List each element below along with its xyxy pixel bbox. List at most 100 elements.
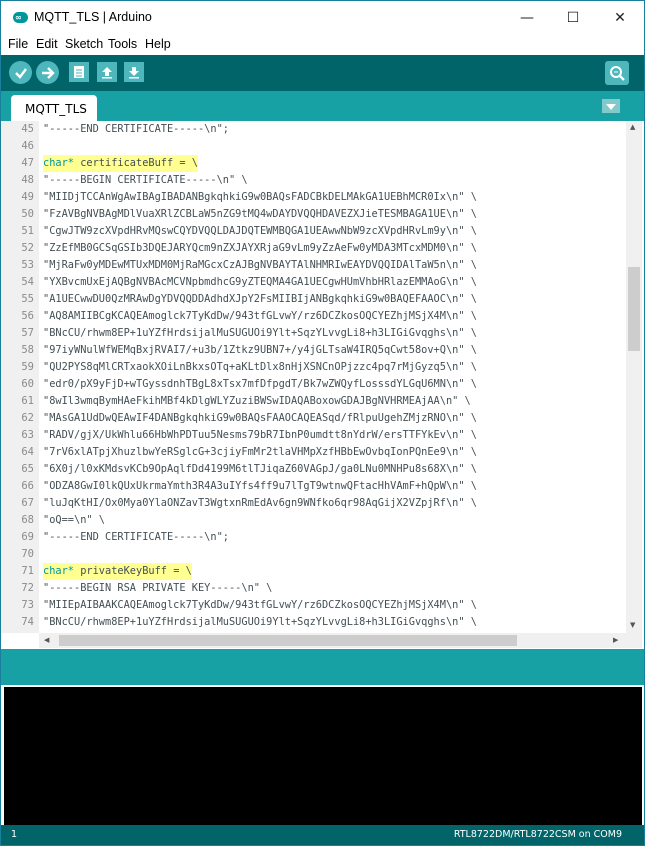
open-icon (102, 67, 112, 79)
code-text: "ODZA8GwI0lkQUxUkrmaYmth3R4A3uIYfs4ff9u7… (43, 478, 477, 495)
code-text: "RADV/gjX/UkWhlu66HbWhPDTuu5Nesms79bR7Ib… (43, 427, 477, 444)
code-line: 55 "A1UECwwDU0QzMRAwDgYDVQQDDAdhdXJpY2FsM… (1, 291, 626, 308)
code-text: "oQ==\n" \ (43, 512, 105, 529)
code-text: "QU2PYS8qMlCRTxaokXOiLnBkxsOTq+aKLtDlx8n… (43, 359, 477, 376)
code-line: 50 "FzAVBgNVBAgMDlVuaXRlZCBLaW5nZG9tMQ4wD… (1, 206, 626, 223)
code-text: "A1UECwwDU0QzMRAwDgYDVQQDDAdhdXJpY2FsMII… (43, 291, 477, 308)
window-title: MQTT_TLS | Arduino (34, 10, 152, 24)
code-content: "BNcCU/rhwm8EP+1uYZfHrdsijalMuSUGUOi9Ylt… (43, 616, 477, 628)
code-content: "edr0/pX9yFjD+wTGyssdnhTBgL8xTsx7mfDfpgd… (43, 378, 477, 390)
maximize-button[interactable]: ☐ (550, 1, 596, 35)
title-bar: ∞ MQTT_TLS | Arduino — ☐ ✕ (1, 1, 644, 35)
code-text: "ZzEfMB0GCSqGSIb3DQEJARYQcm9nZXJAYXRjaG9… (43, 240, 477, 257)
code-line: 71 char* privateKeyBuff = \ (1, 563, 626, 580)
code-text: "YXBvcmUxEjAQBgNVBAcMCVNpbmdhcG9yZTEQMA4… (43, 274, 477, 291)
close-button[interactable]: ✕ (597, 1, 643, 35)
line-number: 66 (21, 480, 34, 492)
code-line: 69 "-----END CERTIFICATE-----\n"; (1, 529, 626, 546)
open-sketch-button[interactable] (97, 62, 117, 82)
scroll-down-icon[interactable]: ▼ (630, 621, 635, 629)
line-number: 68 (21, 514, 34, 526)
tab-menu-button[interactable] (602, 99, 620, 113)
menu-bar: File Edit Sketch Tools Help (1, 35, 644, 55)
code-text: "6X0j/l0xKMdsvKCb9OpAqlfDd4199M6tlTJiqaZ… (43, 461, 477, 478)
scroll-corner (626, 633, 642, 648)
horizontal-scrollbar[interactable]: ◀ ▶ (39, 633, 626, 648)
upload-icon (41, 66, 55, 79)
code-content: "MAsGA1UdDwQEAwIF4DANBgkqhkiG9w0BAQsFAAO… (43, 412, 477, 424)
console-output[interactable] (4, 687, 642, 825)
code-content: "-----BEGIN CERTIFICATE-----\n" \ (43, 174, 248, 186)
code-line: 68 "oQ==\n" \ (1, 512, 626, 529)
line-number: 52 (21, 242, 34, 254)
code-line: 72 "-----BEGIN RSA PRIVATE KEY-----\n" \ (1, 580, 626, 597)
code-line: 54 "YXBvcmUxEjAQBgNVBAcMCVNpbmdhcG9yZTEQM… (1, 274, 626, 291)
scroll-left-icon[interactable]: ◀ (44, 636, 49, 644)
code-content: "MIIDjTCCAnWgAwIBAgIBADANBgkqhkiG9w0BAQs… (43, 191, 477, 203)
code-content: "FzAVBgNVBAgMDlVuaXRlZCBLaW5nZG9tMQ4wDAY… (43, 208, 477, 220)
code-text: char* privateKeyBuff = \ (43, 563, 192, 580)
new-sketch-button[interactable] (69, 62, 89, 82)
horizontal-scroll-thumb[interactable] (59, 635, 517, 646)
line-number: 59 (21, 361, 34, 373)
vertical-scrollbar[interactable]: ▲ ▼ (626, 121, 642, 633)
line-number: 55 (21, 293, 34, 305)
line-number: 65 (21, 463, 34, 475)
code-content: certificateBuff = \ (74, 157, 198, 169)
code-line: 47 char* certificateBuff = \ (1, 155, 626, 172)
code-text: "AQ8AMIIBCgKCAQEAmoglck7TyKdDw/943tfGLvw… (43, 308, 477, 325)
code-line: 45 "-----END CERTIFICATE-----\n"; (1, 121, 626, 138)
line-number: 73 (21, 599, 34, 611)
tab-bar: MQTT_TLS (1, 91, 644, 121)
upload-button[interactable] (36, 61, 59, 84)
code-content: "CgwJTW9zcXVpdHRvMQswCQYDVQQLDAJDQTEWMBQ… (43, 225, 477, 237)
scroll-up-icon[interactable]: ▲ (630, 123, 635, 131)
code-text: "MAsGA1UdDwQEAwIF4DANBgkqhkiG9w0BAQsFAAO… (43, 410, 477, 427)
menu-tools[interactable]: Tools (108, 37, 137, 51)
code-text: "FzAVBgNVBAgMDlVuaXRlZCBLaW5nZG9tMQ4wDAY… (43, 206, 477, 223)
code-line: 60 "edr0/pX9yFjD+wTGyssdnhTBgL8xTsx7mfDfp… (1, 376, 626, 393)
code-line: 59 "QU2PYS8qMlCRTxaokXOiLnBkxsOTq+aKLtDlx… (1, 359, 626, 376)
serial-monitor-button[interactable] (605, 61, 629, 85)
arduino-window: ∞ MQTT_TLS | Arduino — ☐ ✕ File Edit Ske… (0, 0, 645, 846)
line-number: 45 (21, 123, 34, 135)
code-text: "-----END CERTIFICATE-----\n"; (43, 121, 229, 138)
code-content: "MIIEpAIBAAKCAQEAmoglck7TyKdDw/943tfGLvw… (43, 599, 477, 611)
menu-sketch[interactable]: Sketch (65, 37, 103, 51)
menu-edit[interactable]: Edit (36, 37, 58, 51)
tab-mqtt-tls[interactable]: MQTT_TLS (11, 95, 97, 121)
line-number: 70 (21, 548, 34, 560)
toolbar (1, 55, 644, 91)
code-line: 62 "MAsGA1UdDwQEAwIF4DANBgkqhkiG9w0BAQsFA… (1, 410, 626, 427)
line-number: 56 (21, 310, 34, 322)
code-content: "oQ==\n" \ (43, 514, 105, 526)
code-line: 56 "AQ8AMIIBCgKCAQEAmoglck7TyKdDw/943tfGL… (1, 308, 626, 325)
code-content: "QU2PYS8qMlCRTxaokXOiLnBkxsOTq+aKLtDlx8n… (43, 361, 477, 373)
code-line: 73 "MIIEpAIBAAKCAQEAmoglck7TyKdDw/943tfGL… (1, 597, 626, 614)
line-number: 53 (21, 259, 34, 271)
line-number: 62 (21, 412, 34, 424)
code-editor[interactable]: 45 "-----END CERTIFICATE-----\n"; 46 47 char… (1, 121, 626, 633)
vertical-scroll-thumb[interactable] (628, 267, 640, 351)
code-content: "7rV6xlATpjXhuzlbwYeRSglcG+3cjiyFmMr2tla… (43, 446, 477, 458)
code-content: "ZzEfMB0GCSqGSIb3DQEJARYQcm9nZXJAYXRjaG9… (43, 242, 477, 254)
code-content: "8wIl3wmqBymHAeFkihMBf4kDlgWLYZuziBWSwID… (43, 395, 471, 407)
save-sketch-button[interactable] (124, 62, 144, 82)
menu-file[interactable]: File (8, 37, 28, 51)
line-number: 72 (21, 582, 34, 594)
chevron-down-icon (606, 104, 616, 110)
code-line: 53 "MjRaFw0yMDEwMTUxMDM0MjRaMGcxCzAJBgNVB… (1, 257, 626, 274)
code-text: "MIIEpAIBAAKCAQEAmoglck7TyKdDw/943tfGLvw… (43, 597, 477, 614)
code-line: 48 "-----BEGIN CERTIFICATE-----\n" \ (1, 172, 626, 189)
logo-glyph: ∞ (15, 13, 22, 22)
code-content: "ODZA8GwI0lkQUxUkrmaYmth3R4A3uIYfs4ff9u7… (43, 480, 477, 492)
scroll-right-icon[interactable]: ▶ (613, 636, 618, 644)
code-line: 63 "RADV/gjX/UkWhlu66HbWhPDTuu5Nesms79bR7… (1, 427, 626, 444)
code-content: "-----BEGIN RSA PRIVATE KEY-----\n" \ (43, 582, 273, 594)
minimize-button[interactable]: — (504, 1, 550, 35)
line-number: 58 (21, 344, 34, 356)
verify-button[interactable] (9, 61, 32, 84)
code-text: "BNcCU/rhwm8EP+1uYZfHrdsijalMuSUGUOi9Ylt… (43, 614, 477, 631)
menu-help[interactable]: Help (145, 37, 171, 51)
code-text: "luJqKtHI/Ox0Mya0YlaONZavT3WgtxnRmEdAv6g… (43, 495, 477, 512)
